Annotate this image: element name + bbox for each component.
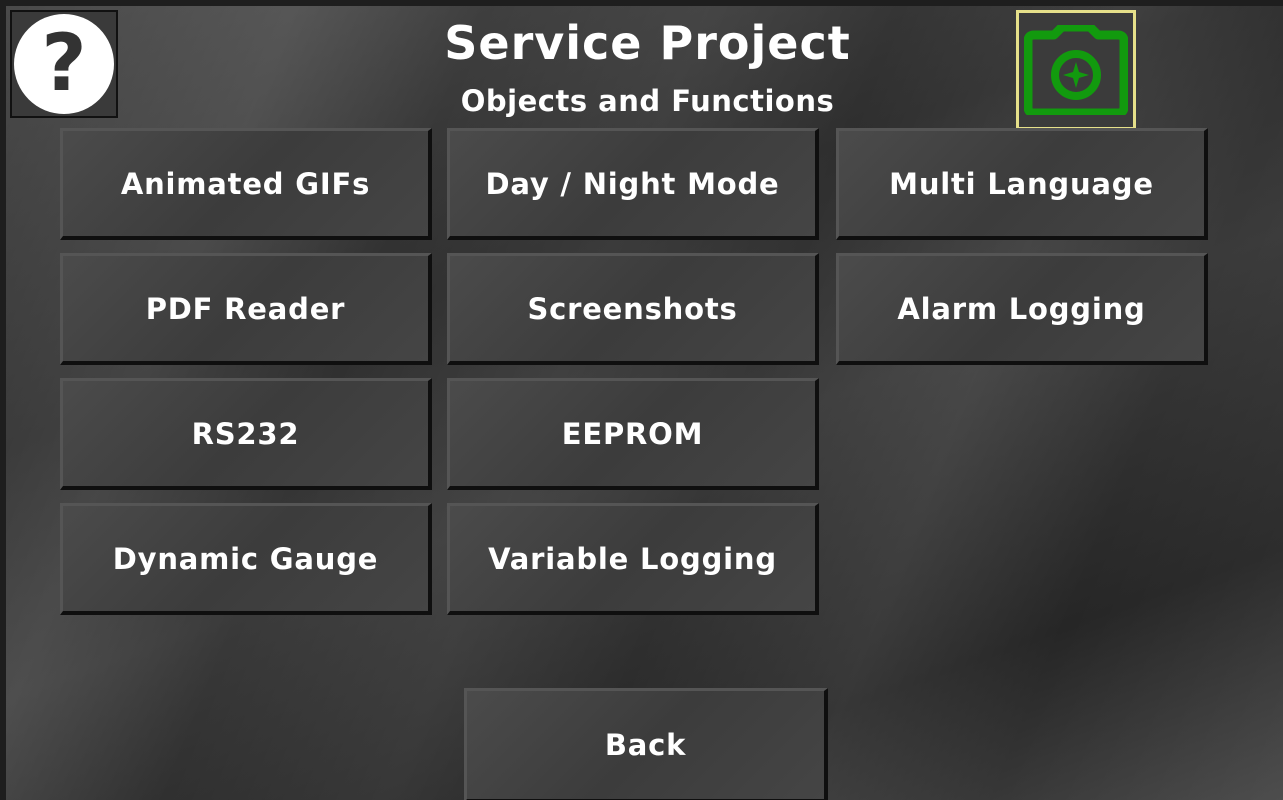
pdf-reader-button[interactable]: PDF Reader	[60, 253, 432, 365]
multi-language-button[interactable]: Multi Language	[836, 128, 1208, 240]
animated-gifs-button[interactable]: Animated GIFs	[60, 128, 432, 240]
eeprom-button[interactable]: EEPROM	[447, 378, 819, 490]
dynamic-gauge-button[interactable]: Dynamic Gauge	[60, 503, 432, 615]
camera-icon	[1024, 25, 1128, 115]
rs232-button[interactable]: RS232	[60, 378, 432, 490]
screenshots-button[interactable]: Screenshots	[447, 253, 819, 365]
day-night-mode-button[interactable]: Day / Night Mode	[447, 128, 819, 240]
hmi-screen: ? Service Project Objects and Functions …	[6, 6, 1283, 800]
variable-logging-button[interactable]: Variable Logging	[447, 503, 819, 615]
alarm-logging-button[interactable]: Alarm Logging	[836, 253, 1208, 365]
screenshot-camera-button[interactable]	[1016, 10, 1136, 130]
back-button[interactable]: Back	[464, 688, 828, 800]
